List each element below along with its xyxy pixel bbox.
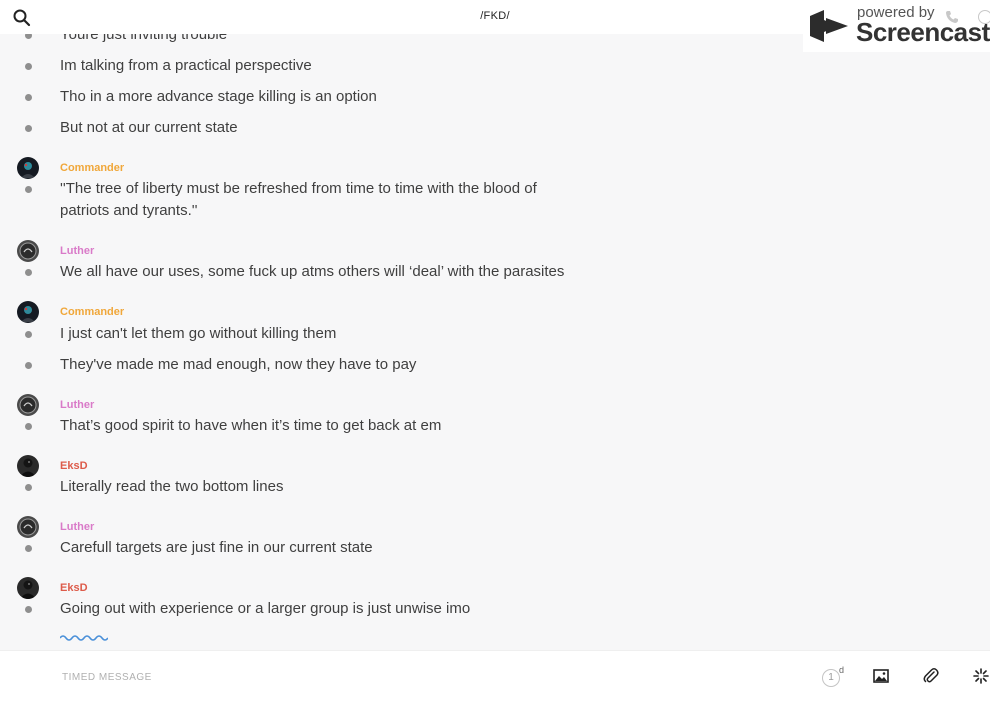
timer-button[interactable]: 1 d (822, 665, 846, 687)
timer-unit: d (839, 665, 845, 675)
effects-button[interactable] (972, 667, 990, 685)
message-bullet (25, 545, 32, 552)
avatar-commander[interactable] (17, 301, 39, 323)
image-icon (873, 669, 889, 683)
message-bullet (25, 423, 32, 430)
typing-indicator-icon (60, 635, 108, 641)
avatar-eksd[interactable] (17, 455, 39, 477)
message-bullet (25, 63, 32, 70)
eksd-avatar-icon (17, 455, 39, 477)
message-bullet (25, 94, 32, 101)
luther-avatar-icon (17, 516, 39, 538)
author-name[interactable]: Commander (60, 162, 124, 174)
message-list[interactable]: Youre just inviting trouble Im talking f… (0, 34, 990, 648)
message-text: But not at our current state (60, 119, 238, 136)
timer-value: 1 (828, 672, 834, 683)
image-button[interactable] (873, 668, 889, 684)
message-text: We all have our uses, some fuck up atms … (60, 263, 565, 280)
message-text: ''The tree of liberty must be refreshed … (60, 180, 537, 197)
composer-bar: 1 d (0, 650, 990, 701)
message-text: Going out with experience or a larger gr… (60, 600, 471, 617)
sparkle-icon (973, 668, 989, 684)
author-name[interactable]: Luther (60, 399, 94, 411)
author-name[interactable]: Luther (60, 521, 94, 533)
message-bullet (25, 125, 32, 132)
message-bullet (25, 362, 32, 369)
author-name[interactable]: Luther (60, 245, 94, 257)
author-name[interactable]: Commander (60, 306, 124, 318)
avatar-luther[interactable] (17, 394, 39, 416)
message-text: patriots and tyrants.'' (60, 202, 198, 219)
paperclip-icon (923, 668, 939, 683)
message-text: I just can't let them go without killing… (60, 325, 337, 342)
message-bullet (25, 34, 32, 39)
avatar-commander[interactable] (17, 157, 39, 179)
message-text: Im talking from a practical perspective (60, 57, 312, 74)
message-bullet (25, 269, 32, 276)
message-text: Carefull targets are just fine in our cu… (60, 539, 373, 556)
eksd-avatar-icon (17, 577, 39, 599)
message-text: Tho in a more advance stage killing is a… (60, 88, 377, 105)
message-bullet (25, 606, 32, 613)
luther-avatar-icon (17, 240, 39, 262)
screencastify-watermark: powered by Screencastify (803, 0, 990, 52)
message-bullet (25, 484, 32, 491)
avatar-luther[interactable] (17, 240, 39, 262)
message-text: That’s good spirit to have when it’s tim… (60, 417, 442, 434)
screencastify-logo-icon (810, 10, 848, 42)
message-text: Youre just inviting trouble (60, 34, 228, 43)
message-bullet (25, 186, 32, 193)
commander-avatar-icon (17, 301, 39, 323)
message-input[interactable] (60, 666, 764, 688)
attach-button[interactable] (922, 667, 940, 685)
commander-avatar-icon (17, 157, 39, 179)
message-text: Literally read the two bottom lines (60, 478, 284, 495)
author-name[interactable]: EksD (60, 582, 88, 594)
info-icon[interactable] (978, 10, 990, 24)
message-bullet (25, 331, 32, 338)
author-name[interactable]: EksD (60, 460, 88, 472)
luther-avatar-icon (17, 394, 39, 416)
phone-icon[interactable] (945, 10, 959, 24)
message-text: They've made me mad enough, now they hav… (60, 356, 417, 373)
watermark-brand: Screencastify (856, 17, 990, 47)
avatar-eksd[interactable] (17, 577, 39, 599)
avatar-luther[interactable] (17, 516, 39, 538)
